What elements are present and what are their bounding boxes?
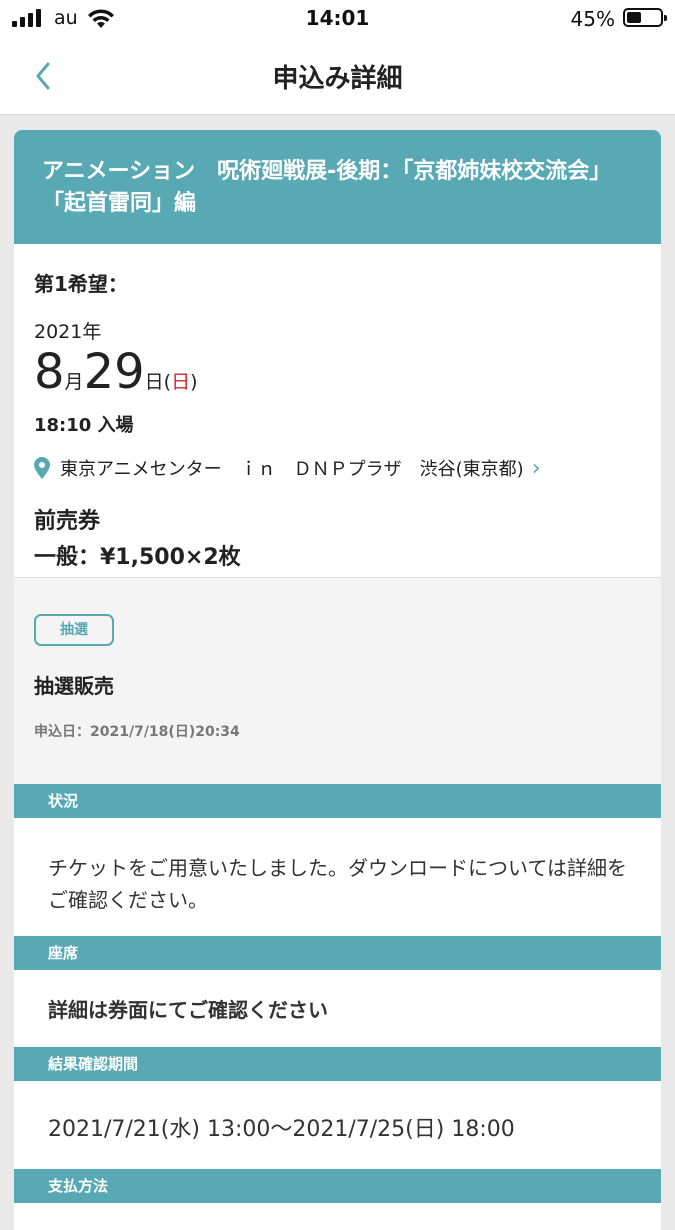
ticket-price: 一般：¥1,500×2枚 (34, 545, 241, 570)
seat-section-header: 座席 (14, 936, 661, 970)
entry-time: 18:10 入場 (34, 415, 134, 436)
month-unit: 月 (64, 371, 84, 393)
battery-icon (623, 8, 667, 27)
status-bar: au 14:01 45% (0, 0, 675, 38)
status-section-header: 状況 (14, 784, 661, 818)
seat-text: 詳細は券面にてご確認ください (48, 998, 328, 1022)
application-card: アニメーション 呪術廻戦展-後期：「京都姉妹校交流会」「起首雷同」編 第1希望：… (14, 130, 661, 1230)
event-weekday: 日 (171, 371, 191, 393)
event-year: 2021年 (34, 321, 102, 343)
chevron-right-icon: › (531, 455, 541, 481)
page-title: 申込み詳細 (272, 64, 403, 94)
event-date: 8月29日(日) (34, 346, 641, 409)
period-section-header: 結果確認期間 (14, 1047, 661, 1081)
battery-percent: 45% (570, 7, 615, 31)
day-unit: 日 (144, 371, 164, 393)
battery-level (627, 12, 641, 23)
payment-section-header: 支払方法 (14, 1169, 661, 1203)
ticket-type: 前売券 (34, 509, 101, 534)
event-title: アニメーション 呪術廻戦展-後期：「京都姉妹校交流会」「起首雷同」編 (14, 130, 661, 244)
weekday-open: ( (163, 371, 172, 393)
venue-name: 東京アニメセンター ｉｎ ＤＮＰプラザ 渋谷(東京都) (60, 459, 524, 480)
choice-label: 第1希望： (34, 272, 128, 296)
location-pin-icon (34, 457, 50, 479)
lottery-badge: 抽選 (34, 614, 114, 646)
status-text: チケットをご用意いたしました。ダウンロードについては詳細をご確認ください。 (48, 856, 627, 912)
result-period-text: 2021/7/21(水) 13:00〜2021/7/25(日) 18:00 (48, 1117, 515, 1142)
event-day: 29 (83, 344, 145, 400)
venue-link[interactable]: 東京アニメセンター ｉｎ ＤＮＰプラザ 渋谷(東京都) › (34, 455, 641, 481)
event-month: 8 (34, 344, 65, 400)
application-date: 申込日：2021/7/18(日)20:34 (34, 724, 240, 740)
schedule-detail: 第1希望： 2021年 8月29日(日) 18:10 入場 東京アニメセンター … (14, 244, 661, 578)
lottery-info: 抽選 抽選販売 申込日：2021/7/18(日)20:34 (14, 578, 661, 784)
navigation-bar: 申込み詳細 (0, 38, 675, 115)
weekday-close: ) (190, 371, 198, 393)
sale-type: 抽選販売 (34, 674, 114, 698)
